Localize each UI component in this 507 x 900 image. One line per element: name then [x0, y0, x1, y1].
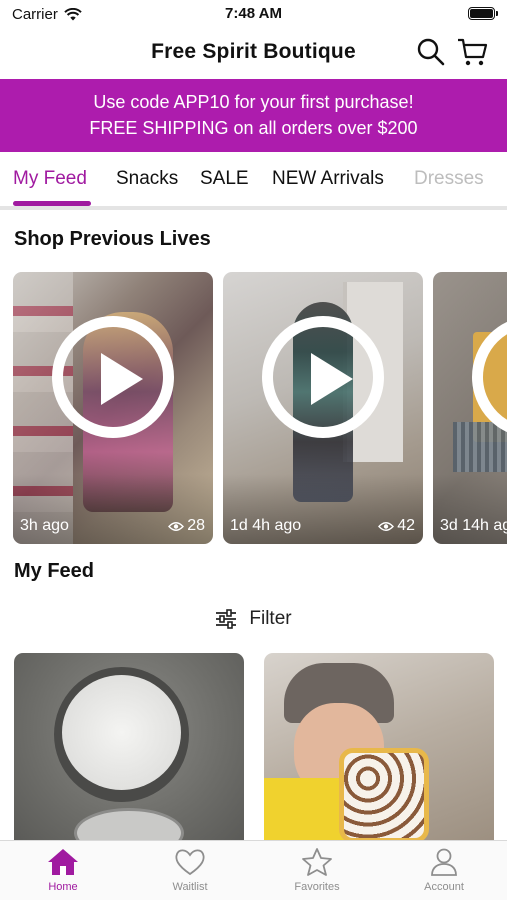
heart-icon: [175, 849, 205, 876]
tabbar-item-favorites[interactable]: Favorites: [254, 847, 380, 893]
cart-icon[interactable]: [456, 36, 488, 68]
play-icon[interactable]: [262, 316, 384, 438]
tab-snacks[interactable]: Snacks: [116, 168, 178, 190]
view-count-value: 42: [397, 517, 415, 534]
section-title-previous-lives: Shop Previous Lives: [14, 228, 211, 250]
live-video-card[interactable]: 3d 14h ago: [433, 272, 507, 544]
tab-sale[interactable]: SALE: [200, 168, 249, 190]
battery-icon: [468, 7, 498, 20]
filter-button[interactable]: Filter: [0, 604, 507, 634]
section-title-my-feed: My Feed: [14, 560, 95, 582]
tab-dresses[interactable]: Dresses: [414, 168, 484, 190]
live-view-count: 28: [168, 517, 205, 535]
search-icon[interactable]: [415, 36, 447, 68]
tabbar-label: Account: [424, 881, 464, 893]
tabbar-label: Home: [48, 881, 78, 893]
promo-line-1: Use code APP10 for your first purchase!: [93, 92, 414, 112]
account-icon: [431, 848, 457, 876]
promo-line-2: FREE SHIPPING on all orders over $200: [89, 118, 418, 138]
tabbar-label: Waitlist: [172, 881, 208, 893]
eye-icon: [378, 521, 395, 531]
feed-product-card[interactable]: [14, 653, 244, 843]
sliders-icon: [216, 609, 237, 629]
eye-icon: [168, 521, 185, 531]
active-tab-indicator: [13, 201, 91, 206]
star-icon: [302, 848, 332, 876]
live-time-ago: 1d 4h ago: [230, 517, 302, 534]
live-view-count: 42: [378, 517, 415, 535]
live-time-ago: 3h ago: [20, 517, 69, 534]
tabbar-item-account[interactable]: Account: [381, 847, 507, 893]
status-bar: Carrier 7:48 AM: [0, 0, 507, 28]
tabbar-label: Favorites: [294, 881, 340, 893]
live-time-ago: 3d 14h ago: [440, 517, 507, 534]
status-time: 7:48 AM: [225, 5, 282, 22]
bottom-tab-bar: Home Waitlist Favorites Account: [0, 840, 507, 900]
view-count-value: 28: [187, 517, 205, 534]
tab-new-arrivals[interactable]: NEW Arrivals: [272, 168, 384, 190]
feed-product-card[interactable]: [264, 653, 494, 843]
home-icon: [48, 849, 78, 875]
app-header: Free Spirit Boutique: [0, 28, 507, 78]
category-tabs: My Feed Snacks SALE NEW Arrivals Dresses: [0, 152, 507, 210]
live-video-card[interactable]: 3h ago 28: [13, 272, 213, 544]
tabbar-item-waitlist[interactable]: Waitlist: [127, 847, 253, 893]
filter-label: Filter: [249, 608, 292, 629]
tabbar-item-home[interactable]: Home: [0, 847, 126, 893]
previous-lives-carousel: 3h ago 28 1d 4h ago 42 3d 14h ago: [0, 272, 507, 544]
play-icon[interactable]: [52, 316, 174, 438]
promo-banner: Use code APP10 for your first purchase! …: [0, 79, 507, 152]
live-video-card[interactable]: 1d 4h ago 42: [223, 272, 423, 544]
tab-my-feed[interactable]: My Feed: [13, 168, 87, 190]
